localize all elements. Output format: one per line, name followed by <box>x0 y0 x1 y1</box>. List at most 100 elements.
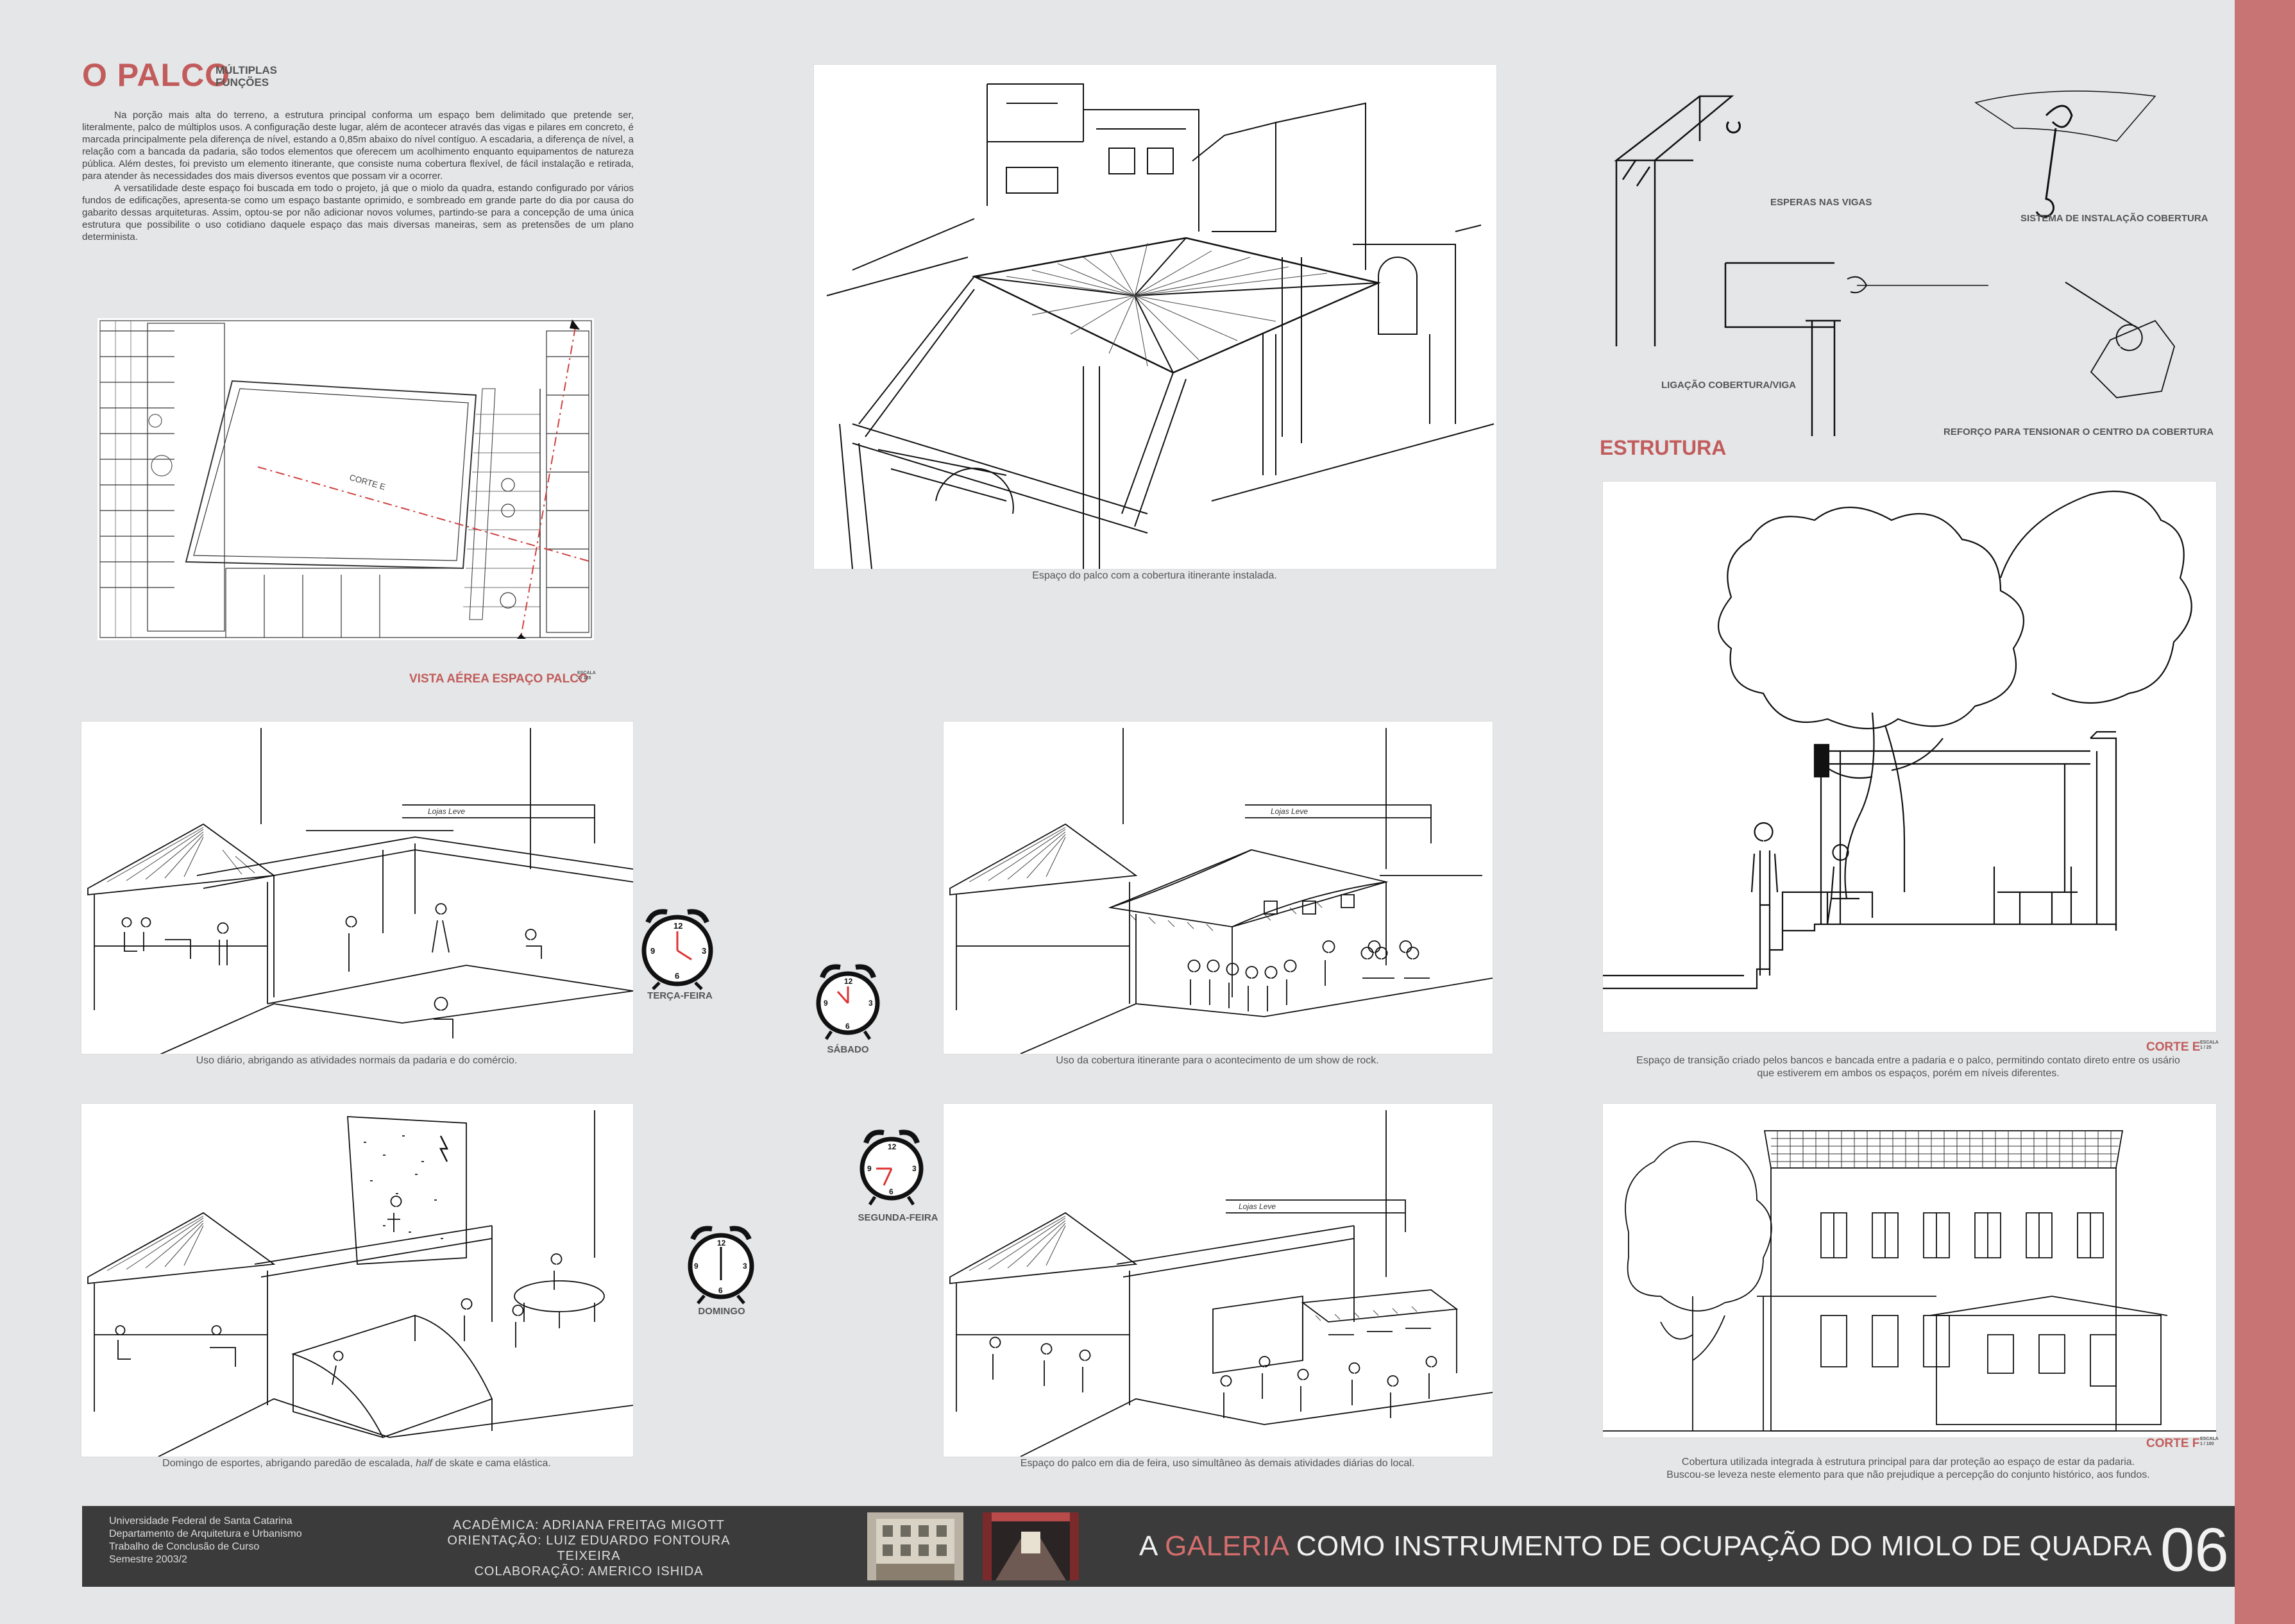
svg-text:9: 9 <box>650 946 655 956</box>
page-title: O PALCO <box>82 57 231 93</box>
svg-text:3: 3 <box>868 999 873 1008</box>
intro-paragraph-2: A versatilidade deste espaço foi buscada… <box>82 183 634 242</box>
footer-academica: ACADÊMICA: ADRIANA FREITAG MIGOTT <box>453 1518 725 1532</box>
footer-bar: Universidade Federal de Santa Catarina D… <box>82 1506 2235 1587</box>
footer-project-title: A GALERIA COMO INSTRUMENTO DE OCUPAÇÃO D… <box>1139 1530 2152 1562</box>
corte-f-caption-line-1: Cobertura utilizada integrada à estrutur… <box>1681 1457 2135 1468</box>
svg-text:3: 3 <box>743 1262 747 1271</box>
alarm-clock-icon-sabado: 12 3 6 9 <box>816 964 880 1040</box>
page-number: 06 <box>2160 1516 2229 1584</box>
segunda-caption: Espaço do palco em dia de feira, uso sim… <box>1020 1458 1415 1469</box>
aerial-plan-drawing: CORTE E <box>97 318 594 640</box>
alarm-clock-icon-terca: 12 3 6 9 <box>641 909 713 990</box>
label-reforco: REFORÇO PARA TENSIONAR O CENTRO DA COBER… <box>1944 427 2214 437</box>
corte-e-caption: Espaço de transição criado pelos bancos … <box>1584 1054 2232 1080</box>
scene-terca-drawing: Lojas Leve <box>81 721 634 1054</box>
svg-text:6: 6 <box>718 1286 723 1295</box>
corte-e-caption-line-2: que estiverem em ambos os espaços, porém… <box>1757 1068 2060 1079</box>
corte-f-scale: ESCALA 1 / 100 <box>2200 1437 2219 1447</box>
svg-text:9: 9 <box>867 1164 872 1173</box>
scene-sabado-drawing: Lojas Leve <box>943 721 1493 1054</box>
page-subtitle: MÚLTIPLAS FUNÇÕES <box>216 64 277 89</box>
svg-text:6: 6 <box>889 1187 893 1196</box>
footer-colaboracao: COLABORAÇÃO: AMERICO ISHIDA <box>474 1564 704 1578</box>
footer-title-part-a: A <box>1139 1530 1165 1562</box>
corte-e-scale-word: ESCALA <box>2200 1040 2219 1045</box>
domingo-caption-b: de skate e cama elástica. <box>432 1458 551 1469</box>
footer-title-part-b: COMO INSTRUMENTO DE OCUPAÇÃO DO MIOLO DE… <box>1287 1530 2153 1562</box>
structure-details-svg: ESPERAS NAS VIGAS SISTEMA DE INSTALAÇÃO … <box>1614 90 2214 437</box>
svg-text:12: 12 <box>717 1239 726 1248</box>
intro-paragraph-1: Na porção mais alta do terreno, a estrut… <box>82 110 634 182</box>
svg-text:12: 12 <box>673 921 682 931</box>
aerial-plan-svg: CORTE E <box>99 319 592 639</box>
stage-perspective-drawing <box>813 64 1497 570</box>
svg-text:9: 9 <box>824 999 828 1008</box>
footer-thumbnail-building <box>867 1512 963 1580</box>
footer-thumbnail-gallery <box>983 1512 1079 1580</box>
label-ligacao: LIGAÇÃO COBERTURA/VIGA <box>1661 379 1796 391</box>
sabado-caption: Uso da cobertura itinerante para o acont… <box>1056 1055 1379 1066</box>
plan-scale-word: ESCALA <box>577 671 596 675</box>
svg-text:3: 3 <box>702 946 706 956</box>
footer-title-highlight: GALERIA <box>1165 1530 1288 1562</box>
cut-label: CORTE E <box>348 472 387 491</box>
label-esperas: ESPERAS NAS VIGAS <box>1770 197 1872 208</box>
plan-label: VISTA AÉREA ESPAÇO PALCO <box>409 672 588 686</box>
estrutura-heading: ESTRUTURA <box>1600 436 1727 459</box>
corte-e-label: CORTE E <box>2146 1040 2201 1054</box>
footer-uni-line-3: Trabalho de Conclusão de Curso <box>109 1541 260 1552</box>
corte-e-drawing <box>1602 481 2217 1033</box>
shop-sign: Lojas Leve <box>428 807 465 816</box>
corte-f-scale-value: 1 / 100 <box>2200 1442 2214 1446</box>
corte-f-label: CORTE F <box>2146 1437 2200 1450</box>
perspective-caption: Espaço do palco com a cobertura itineran… <box>1032 570 1277 581</box>
structure-details: ESPERAS NAS VIGAS SISTEMA DE INSTALAÇÃO … <box>1604 71 2219 443</box>
footer-uni-line-4: Semestre 2003/2 <box>109 1554 187 1565</box>
svg-text:9: 9 <box>694 1262 699 1271</box>
domingo-caption: Domingo de esportes, abrigando paredão d… <box>81 1457 632 1470</box>
plan-scale: ESCALA 1 / 125 <box>577 671 596 681</box>
shop-sign-sabado: Lojas Leve <box>1271 807 1308 816</box>
plan-scale-value: 1 / 125 <box>577 676 591 681</box>
day-label-segunda: SEGUNDA-FEIRA <box>858 1212 938 1223</box>
intro-text: Na porção mais alta do terreno, a estrut… <box>82 109 634 243</box>
domingo-caption-a: Domingo de esportes, abrigando paredão d… <box>162 1458 416 1469</box>
corte-e-caption-line-1: Espaço de transição criado pelos bancos … <box>1636 1055 2180 1066</box>
scene-domingo-svg <box>87 1110 633 1457</box>
corte-f-caption-line-2: Buscou-se leveza neste elemento para que… <box>1666 1469 2150 1480</box>
subtitle-line-1: MÚLTIPLAS <box>216 64 278 76</box>
scene-segunda-drawing: Lojas Leve <box>943 1103 1493 1457</box>
label-sistema: SISTEMA DE INSTALAÇÃO COBERTURA <box>2020 212 2208 224</box>
day-label-domingo: DOMINGO <box>698 1306 745 1317</box>
footer-uni-line-2: Departamento de Arquitetura e Urbanismo <box>109 1528 302 1539</box>
corte-f-svg <box>1603 1130 2216 1432</box>
svg-text:12: 12 <box>888 1142 897 1151</box>
scene-terca-svg: Lojas Leve <box>87 728 633 1054</box>
corte-e-scale-value: 1 / 25 <box>2200 1045 2212 1050</box>
alarm-clock-icon-segunda: 12 3 6 9 <box>860 1129 924 1206</box>
scene-domingo-drawing <box>81 1103 634 1457</box>
day-label-sabado: SÁBADO <box>827 1044 869 1055</box>
svg-text:6: 6 <box>675 971 679 981</box>
corte-f-scale-word: ESCALA <box>2200 1437 2219 1441</box>
corte-f-caption: Cobertura utilizada integrada à estrutur… <box>1584 1456 2232 1482</box>
svg-text:12: 12 <box>844 977 853 986</box>
scene-sabado-svg: Lojas Leve <box>949 728 1493 1054</box>
alarm-clock-icon-domingo: 12 3 6 9 <box>688 1226 754 1305</box>
terca-caption: Uso diário, abrigando as atividades norm… <box>196 1055 518 1066</box>
subtitle-line-2: FUNÇÕES <box>216 76 269 89</box>
day-label-terca: TERÇA-FEIRA <box>647 990 713 1001</box>
corte-f-drawing <box>1602 1103 2217 1438</box>
svg-text:3: 3 <box>912 1164 917 1173</box>
footer-team: ACADÊMICA: ADRIANA FREITAG MIGOTT ORIENT… <box>441 1518 736 1579</box>
stage-perspective-svg <box>826 83 1495 569</box>
svg-text:6: 6 <box>845 1022 850 1031</box>
domingo-caption-em: half <box>416 1458 432 1469</box>
footer-orientacao: ORIENTAÇÃO: LUIZ EDUARDO FONTOURA TEIXEI… <box>447 1534 731 1563</box>
corte-e-scale: ESCALA 1 / 25 <box>2200 1040 2219 1051</box>
footer-uni-line-1: Universidade Federal de Santa Catarina <box>109 1516 292 1527</box>
shop-sign-segunda: Lojas Leve <box>1239 1202 1276 1211</box>
corte-e-svg <box>1603 490 2192 990</box>
footer-university: Universidade Federal de Santa Catarina D… <box>109 1515 302 1566</box>
